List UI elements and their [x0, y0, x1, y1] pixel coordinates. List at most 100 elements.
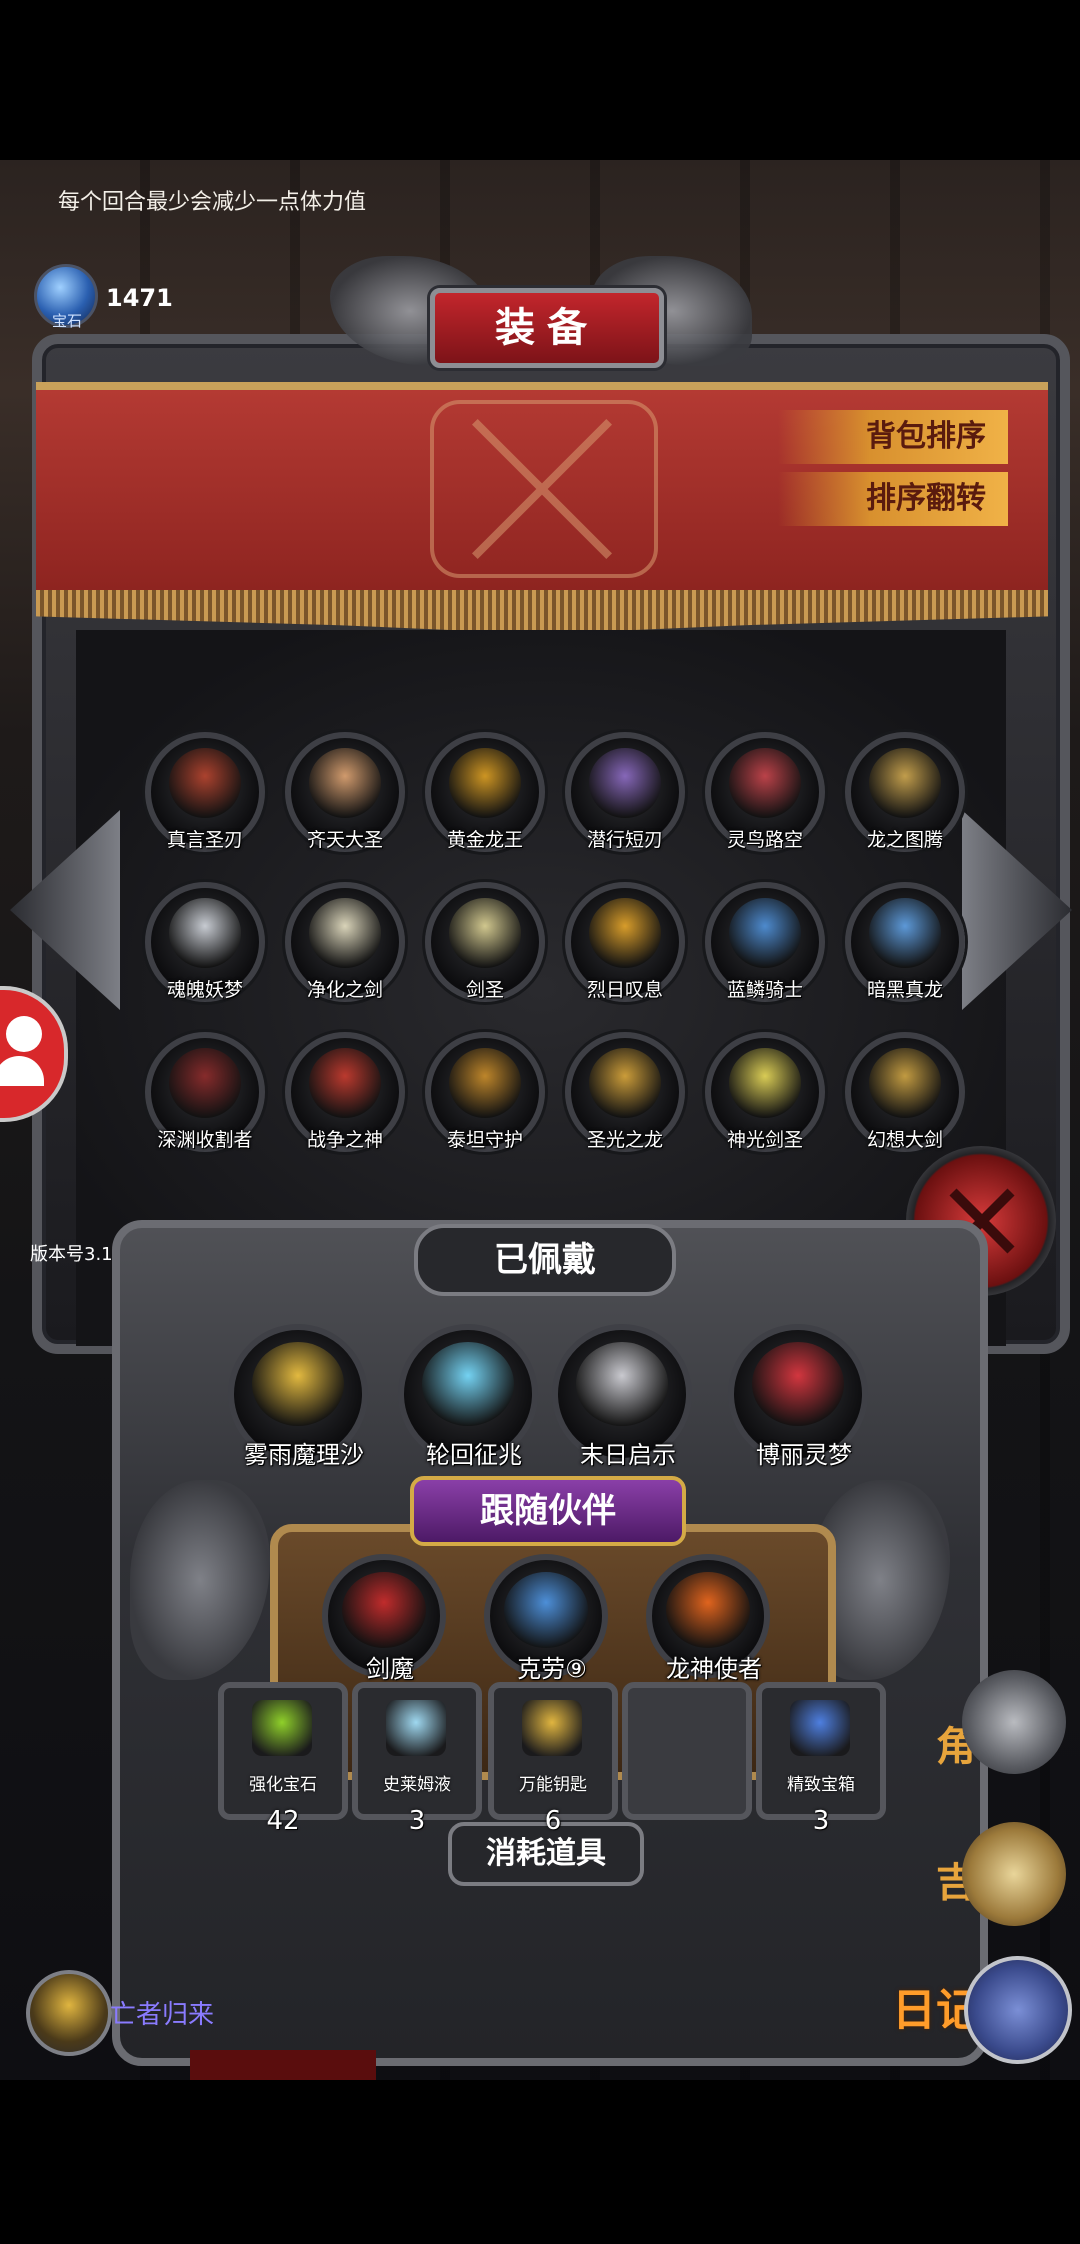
- equipment-slot[interactable]: 深渊收割者: [145, 1032, 265, 1152]
- holy-swordmaster-icon: [729, 1048, 801, 1118]
- consumable-count: 6: [544, 1806, 562, 1836]
- equipment-slot[interactable]: 暗黑真龙: [845, 882, 965, 1002]
- equipment-slot[interactable]: 神光剑圣: [705, 1032, 825, 1152]
- equipment-slot[interactable]: 战争之神: [285, 1032, 405, 1152]
- equipment-name: 神光剑圣: [726, 1129, 803, 1151]
- sun-staff-icon: [589, 898, 661, 968]
- consumable-count: 3: [812, 1806, 830, 1836]
- equipment-name: 魂魄妖梦: [166, 979, 243, 1001]
- diary-book-icon[interactable]: [964, 1956, 1072, 2064]
- bottom-red-strip: [190, 2050, 376, 2080]
- ice-spear-icon: [422, 1342, 514, 1426]
- companion-slot[interactable]: 龙神使者: [646, 1554, 770, 1683]
- equipment-name: 剑圣: [465, 979, 504, 1001]
- companion-slot[interactable]: 剑魔: [322, 1554, 446, 1683]
- equipment-slot[interactable]: 真言圣刃: [145, 732, 265, 852]
- consumable-slot[interactable]: 史莱姆液 3: [352, 1682, 482, 1836]
- reverse-sort-button[interactable]: 排序翻转: [778, 472, 1008, 526]
- ghost-girl-icon: [169, 898, 241, 968]
- tavern-beer-button[interactable]: [962, 1822, 1066, 1926]
- companions-title: 跟随伙伴: [410, 1476, 686, 1546]
- war-god-icon: [309, 1048, 381, 1118]
- purify-sword-icon: [309, 898, 381, 968]
- hint-text: 每个回合最少会减少一点体力值: [58, 190, 367, 215]
- empty-consumable-slot[interactable]: [622, 1682, 752, 1820]
- companion-name: 剑魔: [366, 1655, 414, 1683]
- equipment-slot[interactable]: 潜行短刃: [565, 732, 685, 852]
- equipment-name: 净化之剑: [306, 979, 383, 1001]
- blue-knight-icon: [729, 898, 801, 968]
- equipped-name: 雾雨魔理沙: [244, 1441, 364, 1469]
- equipment-slot[interactable]: 齐天大圣: [285, 732, 405, 852]
- version-label: 版本号3.16: [30, 1244, 125, 1265]
- equipped-slot[interactable]: 末日启示: [552, 1324, 692, 1469]
- equipment-name: 潜行短刃: [586, 829, 663, 851]
- equipment-slot[interactable]: 幻想大剑: [845, 1032, 965, 1152]
- companion-name: 龙神使者: [666, 1655, 762, 1683]
- equipped-slot[interactable]: 博丽灵梦: [728, 1324, 868, 1469]
- companion-slot[interactable]: 克劳⑨: [484, 1554, 608, 1683]
- currency-value: 1471: [106, 284, 173, 312]
- holy-dragon-icon: [589, 1048, 661, 1118]
- dagger-icon: [589, 748, 661, 818]
- hero-name[interactable]: 亡者归来: [110, 1994, 214, 2031]
- doom-axe-icon: [576, 1342, 668, 1426]
- reaper-icon: [169, 1048, 241, 1118]
- witch-icon: [252, 1342, 344, 1426]
- equipment-slot[interactable]: 蓝鳞骑士: [705, 882, 825, 1002]
- dragon-envoy-icon: [666, 1572, 750, 1648]
- equipped-slot[interactable]: 轮回征兆: [398, 1324, 538, 1469]
- consumable-name: 强化宝石: [249, 1775, 317, 1795]
- gold-dragon-icon: [449, 748, 521, 818]
- panel-title: 装备: [430, 288, 664, 368]
- equipment-slot[interactable]: 泰坦守护: [425, 1032, 545, 1152]
- equipment-name: 龙之图腾: [866, 829, 943, 851]
- hero-avatar[interactable]: [26, 1970, 112, 2056]
- key-icon: [522, 1700, 582, 1756]
- titan-guard-icon: [449, 1048, 521, 1118]
- swordmaster-icon: [449, 898, 521, 968]
- user-icon: [6, 1016, 42, 1052]
- equipment-slot[interactable]: 烈日叹息: [565, 882, 685, 1002]
- equipped-slot[interactable]: 雾雨魔理沙: [228, 1324, 368, 1469]
- equipment-slot[interactable]: 净化之剑: [285, 882, 405, 1002]
- consumable-slot[interactable]: 强化宝石 42: [218, 1682, 348, 1836]
- spirit-bird-icon: [729, 748, 801, 818]
- equipment-name: 蓝鳞骑士: [726, 979, 803, 1001]
- game-screen: 每个回合最少会减少一点体力值 宝石 1471 装备 背包排序 排序翻转 版本号3…: [0, 160, 1080, 2080]
- green-gem-icon: [252, 1700, 312, 1756]
- greatsword-icon: [869, 1048, 941, 1118]
- chest-icon: [790, 1700, 850, 1756]
- equipment-slot[interactable]: 剑圣: [425, 882, 545, 1002]
- blade-icon: [169, 748, 241, 818]
- knight-helmet-button[interactable]: [962, 1670, 1066, 1774]
- consumable-slot[interactable]: 精致宝箱 3: [756, 1682, 886, 1836]
- equipment-slot[interactable]: 灵鸟路空: [705, 732, 825, 852]
- equipment-name: 幻想大剑: [866, 1129, 943, 1151]
- crossed-swords-emblem-icon: [430, 400, 658, 578]
- equipment-name: 泰坦守护: [446, 1129, 523, 1151]
- consumable-name: 史莱姆液: [383, 1775, 451, 1795]
- equipment-slot[interactable]: 龙之图腾: [845, 732, 965, 852]
- equipped-name: 末日启示: [580, 1441, 676, 1469]
- user-body-icon: [0, 1056, 44, 1086]
- monkey-king-icon: [309, 748, 381, 818]
- shrine-maiden-icon: [752, 1342, 844, 1426]
- equipment-slot[interactable]: 黄金龙王: [425, 732, 545, 852]
- consumable-count: 3: [408, 1806, 426, 1836]
- equipment-name: 齐天大圣: [306, 829, 383, 851]
- consumable-count: 42: [266, 1806, 300, 1836]
- consumable-name: 万能钥匙: [519, 1775, 587, 1795]
- equipment-name: 深渊收割者: [157, 1129, 253, 1151]
- equipment-name: 真言圣刃: [166, 829, 243, 851]
- equipment-name: 圣光之龙: [586, 1129, 663, 1151]
- equipment-slot[interactable]: 圣光之龙: [565, 1032, 685, 1152]
- sword-demon-icon: [342, 1572, 426, 1648]
- potion-icon: [386, 1700, 446, 1756]
- companion-name: 克劳⑨: [517, 1655, 587, 1683]
- equipment-slot[interactable]: 魂魄妖梦: [145, 882, 265, 1002]
- consumable-slot[interactable]: 万能钥匙 6: [488, 1682, 618, 1836]
- equipment-name: 烈日叹息: [586, 979, 663, 1001]
- equipment-name: 黄金龙王: [446, 829, 523, 851]
- sort-bag-button[interactable]: 背包排序: [778, 410, 1008, 464]
